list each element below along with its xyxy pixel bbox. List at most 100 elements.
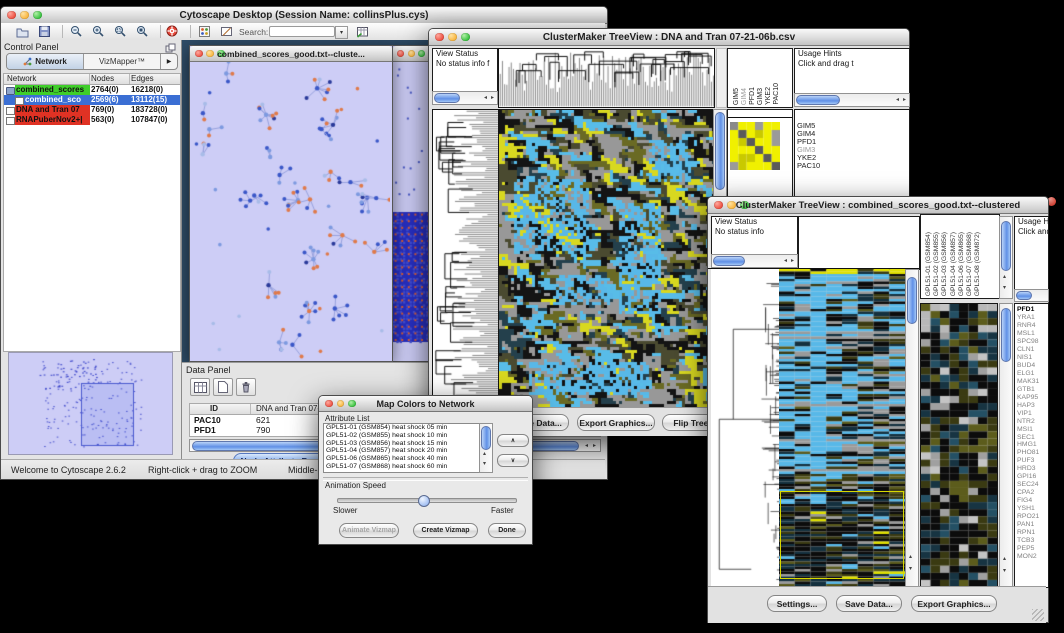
- gene-label[interactable]: YSH1: [1015, 505, 1048, 513]
- scroll-up-icon[interactable]: ▴: [909, 554, 912, 560]
- attribute-list-item[interactable]: GPL51-07 (GSM868) heat shock 60 min: [324, 463, 480, 471]
- attribute-list-item[interactable]: GPL51-04 (GSM857) heat shock 20 min: [324, 447, 480, 455]
- create-vizmap-button[interactable]: Create Vizmap: [413, 523, 478, 538]
- gene-label[interactable]: NIS1: [1015, 354, 1048, 362]
- network-graph-view[interactable]: [190, 62, 390, 360]
- col-nodes[interactable]: Nodes: [91, 74, 114, 83]
- heatmap-zoom-view[interactable]: [920, 303, 998, 588]
- scrollbar-thumb[interactable]: [434, 93, 460, 103]
- tab-network[interactable]: Network: [7, 54, 84, 69]
- attribute-list-item[interactable]: GPL51-01 (GSM854) heat shock 05 min: [324, 424, 480, 432]
- gene-label[interactable]: ELG1: [1015, 370, 1048, 378]
- network-window-titlebar[interactable]: combined_scores_good.txt--cluste...: [190, 46, 392, 62]
- gene-label[interactable]: SEC24: [1015, 481, 1048, 489]
- gene-label[interactable]: HRD3: [1015, 465, 1048, 473]
- gene-label[interactable]: RPO21: [1015, 513, 1048, 521]
- gene-label[interactable]: KAP95: [1015, 394, 1048, 402]
- gene-label[interactable]: NTR2: [1015, 418, 1048, 426]
- zoom-in-icon[interactable]: [89, 24, 107, 39]
- select-attributes-icon[interactable]: [190, 378, 210, 396]
- scroll-up-icon[interactable]: ▴: [1003, 274, 1006, 280]
- annotation-icon[interactable]: [217, 24, 235, 39]
- attribute-list-item[interactable]: GPL51-02 (GSM855) heat shock 10 min: [324, 432, 480, 440]
- settings-button[interactable]: Settings...: [767, 595, 827, 612]
- main-titlebar[interactable]: Cytoscape Desktop (Session Name: collins…: [1, 7, 607, 24]
- tab-vizmapper[interactable]: VizMapper™: [84, 54, 161, 69]
- animate-vizmap-button[interactable]: Animate Vizmap: [339, 523, 399, 538]
- treeview2-titlebar[interactable]: ClusterMaker TreeView : combined_scores_…: [708, 197, 1048, 214]
- scrollbar-thumb[interactable]: [481, 426, 491, 450]
- column-label[interactable]: GPL51-07 (GSM868): [966, 232, 973, 296]
- scroll-left-icon[interactable]: ◂: [585, 443, 588, 449]
- column-label[interactable]: GIM5: [733, 88, 740, 105]
- gene-label[interactable]: MSL1: [1015, 330, 1048, 338]
- vizmapper-icon[interactable]: [195, 24, 213, 39]
- export-graphics-button[interactable]: Export Graphics...: [577, 414, 655, 431]
- scrollbar-thumb[interactable]: [1001, 308, 1011, 362]
- heatmap-main[interactable]: [498, 109, 715, 408]
- column-label[interactable]: PAC10: [773, 83, 780, 105]
- scrollbar-thumb[interactable]: [796, 95, 840, 105]
- scroll-down-icon[interactable]: ▾: [909, 566, 912, 572]
- col-edges[interactable]: Edges: [131, 74, 154, 83]
- scrollbar-thumb[interactable]: [1016, 291, 1032, 300]
- save-data-button[interactable]: Save Data...: [836, 595, 902, 612]
- close-icon[interactable]: [7, 11, 16, 20]
- usage-hints-hscrollbar[interactable]: ◂ ▸: [794, 93, 910, 107]
- gene-label[interactable]: SPC98: [1015, 338, 1048, 346]
- attribute-list-vscrollbar[interactable]: ▴ ▾: [479, 423, 493, 473]
- gene-label[interactable]: FIG4: [1015, 497, 1048, 505]
- network-overview[interactable]: [8, 352, 173, 455]
- column-label[interactable]: GPL51-01 (GSM854): [925, 232, 932, 296]
- help-icon[interactable]: [163, 24, 181, 39]
- dialog-titlebar[interactable]: Map Colors to Network: [319, 396, 532, 412]
- scroll-up-icon[interactable]: ▴: [483, 451, 486, 457]
- scroll-up-icon[interactable]: ▴: [1003, 556, 1006, 562]
- gene-label[interactable]: RNR4: [1015, 322, 1048, 330]
- done-button[interactable]: Done: [488, 523, 526, 538]
- gene-label[interactable]: VIP1: [1015, 410, 1048, 418]
- correlation-matrix[interactable]: [730, 122, 780, 170]
- network-list-item[interactable]: combined_sco2569(6)13112(15): [4, 95, 180, 105]
- column-labels-vscrollbar[interactable]: ▴ ▾: [999, 216, 1013, 299]
- column-label[interactable]: GPL51-03 (GSM856): [941, 232, 948, 296]
- column-label[interactable]: GPL51-08 (GSM872): [974, 232, 981, 296]
- column-label[interactable]: GIM4: [741, 88, 748, 105]
- column-label[interactable]: PFD1: [749, 87, 756, 105]
- column-label[interactable]: GPL51-04 (GSM857): [950, 232, 957, 296]
- gene-label[interactable]: HAP3: [1015, 402, 1048, 410]
- zoom-window-icon[interactable]: [418, 50, 425, 57]
- gene-label[interactable]: YRA1: [1015, 314, 1048, 322]
- gene-label[interactable]: CPA2: [1015, 489, 1048, 497]
- gene-label[interactable]: MSI1: [1015, 426, 1048, 434]
- close-icon[interactable]: [435, 33, 444, 42]
- scroll-down-icon[interactable]: ▾: [1003, 568, 1006, 574]
- gene-label[interactable]: BUD4: [1015, 362, 1048, 370]
- network-list-item[interactable]: DNA and Tran 07769(0)183728(0): [4, 105, 180, 115]
- column-label[interactable]: GIM3: [757, 88, 764, 105]
- move-down-button[interactable]: ∨: [497, 454, 529, 467]
- column-dendrogram[interactable]: [498, 48, 715, 108]
- scrollbar-thumb[interactable]: [715, 112, 725, 190]
- gene-label[interactable]: HMG1: [1015, 441, 1048, 449]
- gene-label[interactable]: PEP5: [1015, 545, 1048, 553]
- scroll-left-icon[interactable]: ◂: [484, 95, 487, 101]
- id-header[interactable]: ID: [210, 404, 218, 413]
- heatmap-vscrollbar[interactable]: ▴ ▾: [905, 269, 919, 588]
- close-icon[interactable]: [195, 50, 203, 58]
- zoom-fit-icon[interactable]: [133, 24, 151, 39]
- zoom-selected-icon[interactable]: [111, 24, 129, 39]
- close-icon[interactable]: [397, 50, 404, 57]
- scrollbar-thumb[interactable]: [713, 256, 745, 266]
- gene-label[interactable]: PUF3: [1015, 457, 1048, 465]
- new-attribute-icon[interactable]: [213, 378, 233, 396]
- scroll-down-icon[interactable]: ▾: [1003, 285, 1006, 291]
- gene-label[interactable]: SEC1: [1015, 434, 1048, 442]
- scroll-left-icon[interactable]: ◂: [896, 97, 899, 103]
- scroll-right-icon[interactable]: ▸: [593, 443, 596, 449]
- gene-label[interactable]: CLN1: [1015, 346, 1048, 354]
- slider-thumb[interactable]: [418, 495, 430, 507]
- open-session-icon[interactable]: [13, 24, 31, 39]
- zoom-vscrollbar[interactable]: ▴ ▾: [999, 303, 1013, 588]
- gene-label[interactable]: PAC10: [795, 162, 909, 170]
